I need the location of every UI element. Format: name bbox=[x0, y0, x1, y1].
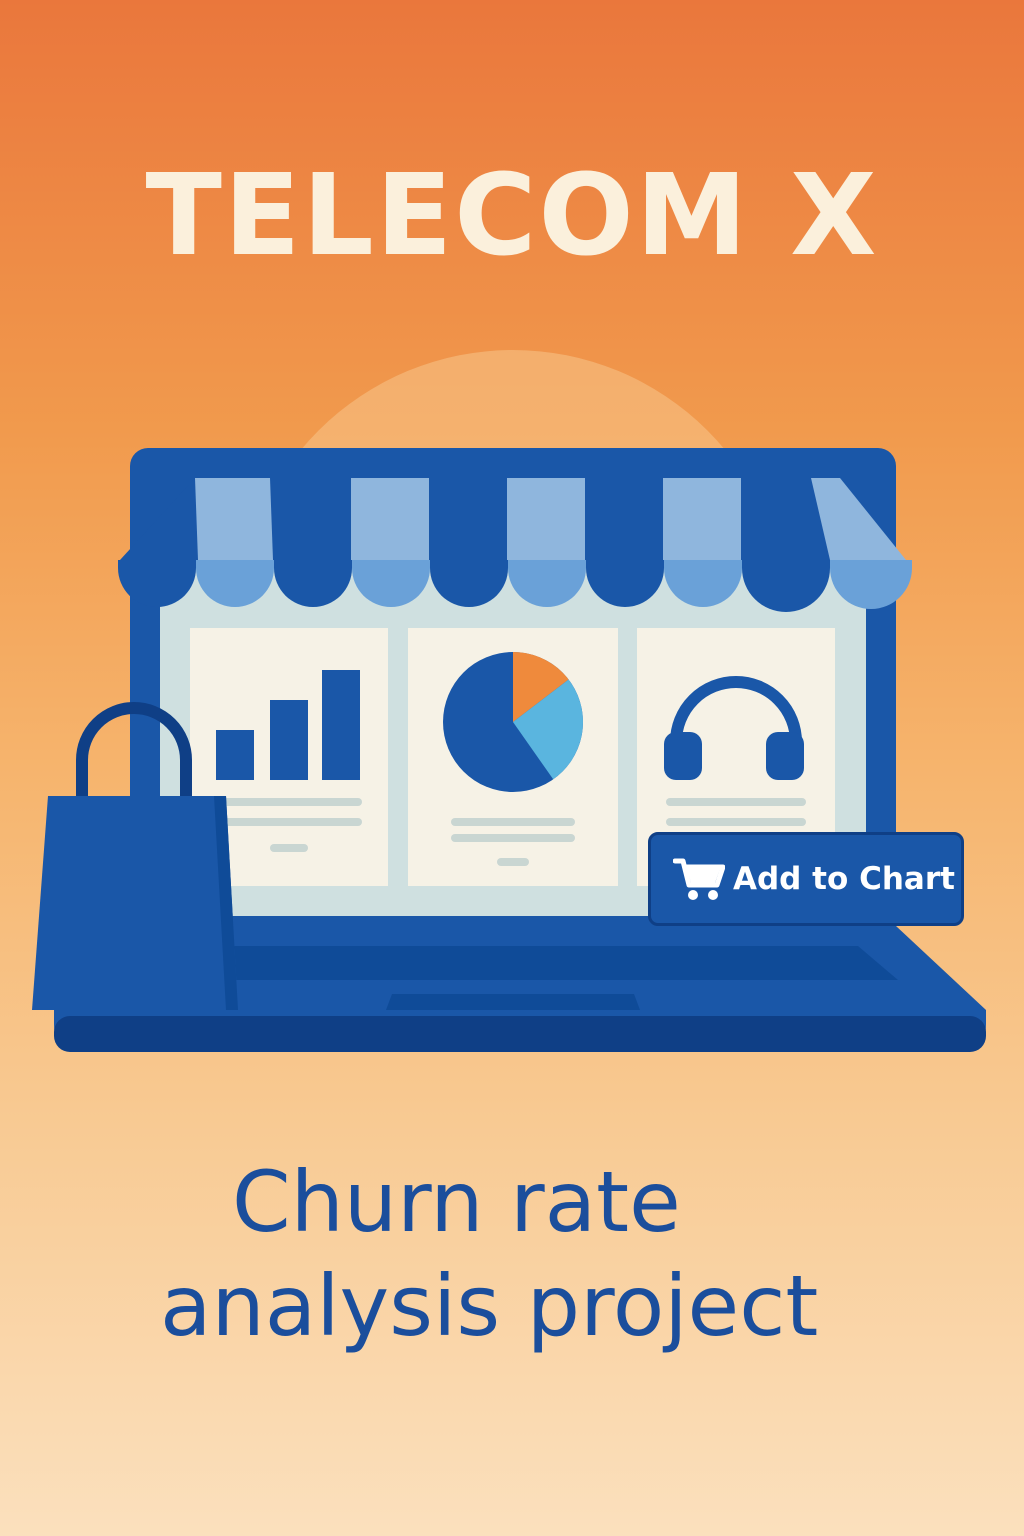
shopping-cart-icon bbox=[673, 858, 725, 900]
add-to-cart-label: Add to Chart bbox=[733, 861, 955, 897]
pie-chart-icon bbox=[443, 652, 583, 792]
poster-subtitle: Churn rate analysis project bbox=[0, 1150, 1024, 1358]
subtitle-line-2: analysis project bbox=[160, 1257, 819, 1355]
add-to-cart-button[interactable]: Add to Chart bbox=[648, 832, 964, 926]
subtitle-line-1: Churn rate bbox=[232, 1153, 681, 1251]
